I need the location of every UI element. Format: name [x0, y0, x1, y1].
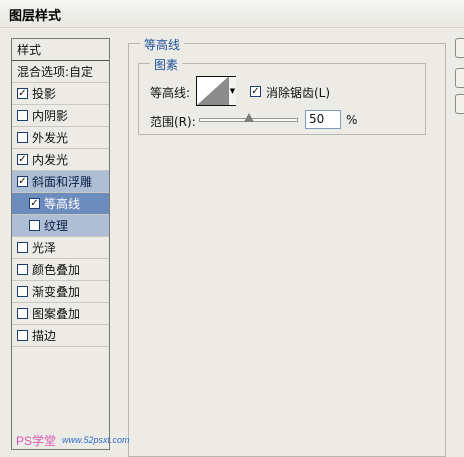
checkbox-icon[interactable]: [17, 286, 28, 297]
range-input[interactable]: 50: [305, 110, 341, 129]
style-list-items: 混合选项:自定 ✓ 投影内阴影外发光 ✓ 内发光 ✓ 斜面和浮雕 ✓ 等高线纹理光泽颜色叠加渐变…: [12, 61, 109, 347]
style-list-item-label: 斜面和浮雕: [32, 175, 93, 189]
style-list-item[interactable]: 颜色叠加: [12, 259, 109, 281]
range-slider-thumb[interactable]: [243, 113, 254, 122]
dialog-title: 图层样式: [9, 9, 62, 24]
checkbox-icon[interactable]: ✓: [17, 176, 28, 187]
style-list-item[interactable]: ✓ 等高线: [12, 193, 109, 215]
style-list: 样式 混合选项:自定 ✓ 投影内阴影外发光 ✓ 内发光 ✓ 斜面和浮雕 ✓ 等高线纹理光泽颜色叠…: [11, 38, 110, 450]
checkbox-icon[interactable]: [17, 330, 28, 341]
style-list-item[interactable]: 混合选项:自定: [12, 61, 109, 83]
style-list-item-label: 投影: [32, 87, 57, 101]
style-list-header[interactable]: 样式: [12, 39, 109, 61]
checkbox-icon[interactable]: [17, 132, 28, 143]
checkbox-icon[interactable]: [17, 110, 28, 121]
watermark-url: www.52psxt.com: [62, 435, 130, 445]
checkbox-icon[interactable]: [17, 242, 28, 253]
triangle-down-icon: ▼: [229, 87, 236, 95]
range-unit: %: [346, 113, 358, 127]
checkmark-icon: ✓: [18, 176, 27, 187]
range-label: 范围(R):: [150, 115, 196, 129]
checkbox-icon[interactable]: [29, 220, 40, 231]
style-list-item[interactable]: 纹理: [12, 215, 109, 237]
style-list-item-label: 颜色叠加: [32, 263, 81, 277]
style-list-item-label: 光泽: [32, 241, 57, 255]
checkbox-icon[interactable]: ✓: [29, 198, 40, 209]
ok-button[interactable]: [455, 38, 464, 58]
contour-label: 等高线:: [150, 86, 191, 100]
checkmark-icon: ✓: [18, 154, 27, 165]
checkbox-icon[interactable]: ✓: [17, 154, 28, 165]
style-list-item[interactable]: 外发光: [12, 127, 109, 149]
watermark: PS学堂 www.52psxt.com: [2, 427, 162, 455]
new-style-button[interactable]: [455, 94, 464, 114]
style-list-item-label: 纹理: [44, 219, 69, 233]
checkmark-icon: ✓: [251, 86, 260, 97]
contour-group-title: 等高线: [140, 36, 185, 53]
style-list-item-label: 图案叠加: [32, 307, 81, 321]
elements-group-title: 图素: [150, 56, 183, 73]
style-list-item-label: 内发光: [32, 153, 69, 167]
style-list-item[interactable]: ✓ 投影: [12, 83, 109, 105]
contour-curve-icon: [197, 77, 228, 105]
antialias-checkbox[interactable]: ✓: [250, 86, 261, 97]
style-list-item[interactable]: 内阴影: [12, 105, 109, 127]
checkbox-icon[interactable]: ✓: [17, 88, 28, 99]
checkmark-icon: ✓: [18, 88, 27, 99]
style-list-item-label: 外发光: [32, 131, 69, 145]
antialias-label: 消除锯齿(L): [266, 86, 331, 100]
style-list-item[interactable]: 图案叠加: [12, 303, 109, 325]
cancel-button[interactable]: [455, 68, 464, 88]
style-list-item[interactable]: ✓ 内发光: [12, 149, 109, 171]
style-list-item-label: 内阴影: [32, 109, 69, 123]
checkbox-icon[interactable]: [17, 308, 28, 319]
checkmark-icon: ✓: [30, 198, 39, 209]
style-list-item[interactable]: 光泽: [12, 237, 109, 259]
contour-dropdown-arrow[interactable]: ▼: [228, 77, 236, 105]
style-list-item[interactable]: 描边: [12, 325, 109, 347]
style-list-item-label: 渐变叠加: [32, 285, 81, 299]
style-list-item-label: 混合选项:自定: [17, 65, 94, 79]
style-list-item-label: 等高线: [44, 197, 81, 211]
checkbox-icon[interactable]: [17, 264, 28, 275]
style-list-item-label: 描边: [32, 329, 57, 343]
style-list-item[interactable]: ✓ 斜面和浮雕: [12, 171, 109, 193]
watermark-brand: PS学堂: [16, 434, 57, 448]
title-bar: 图层样式: [0, 0, 464, 28]
style-list-item[interactable]: 渐变叠加: [12, 281, 109, 303]
